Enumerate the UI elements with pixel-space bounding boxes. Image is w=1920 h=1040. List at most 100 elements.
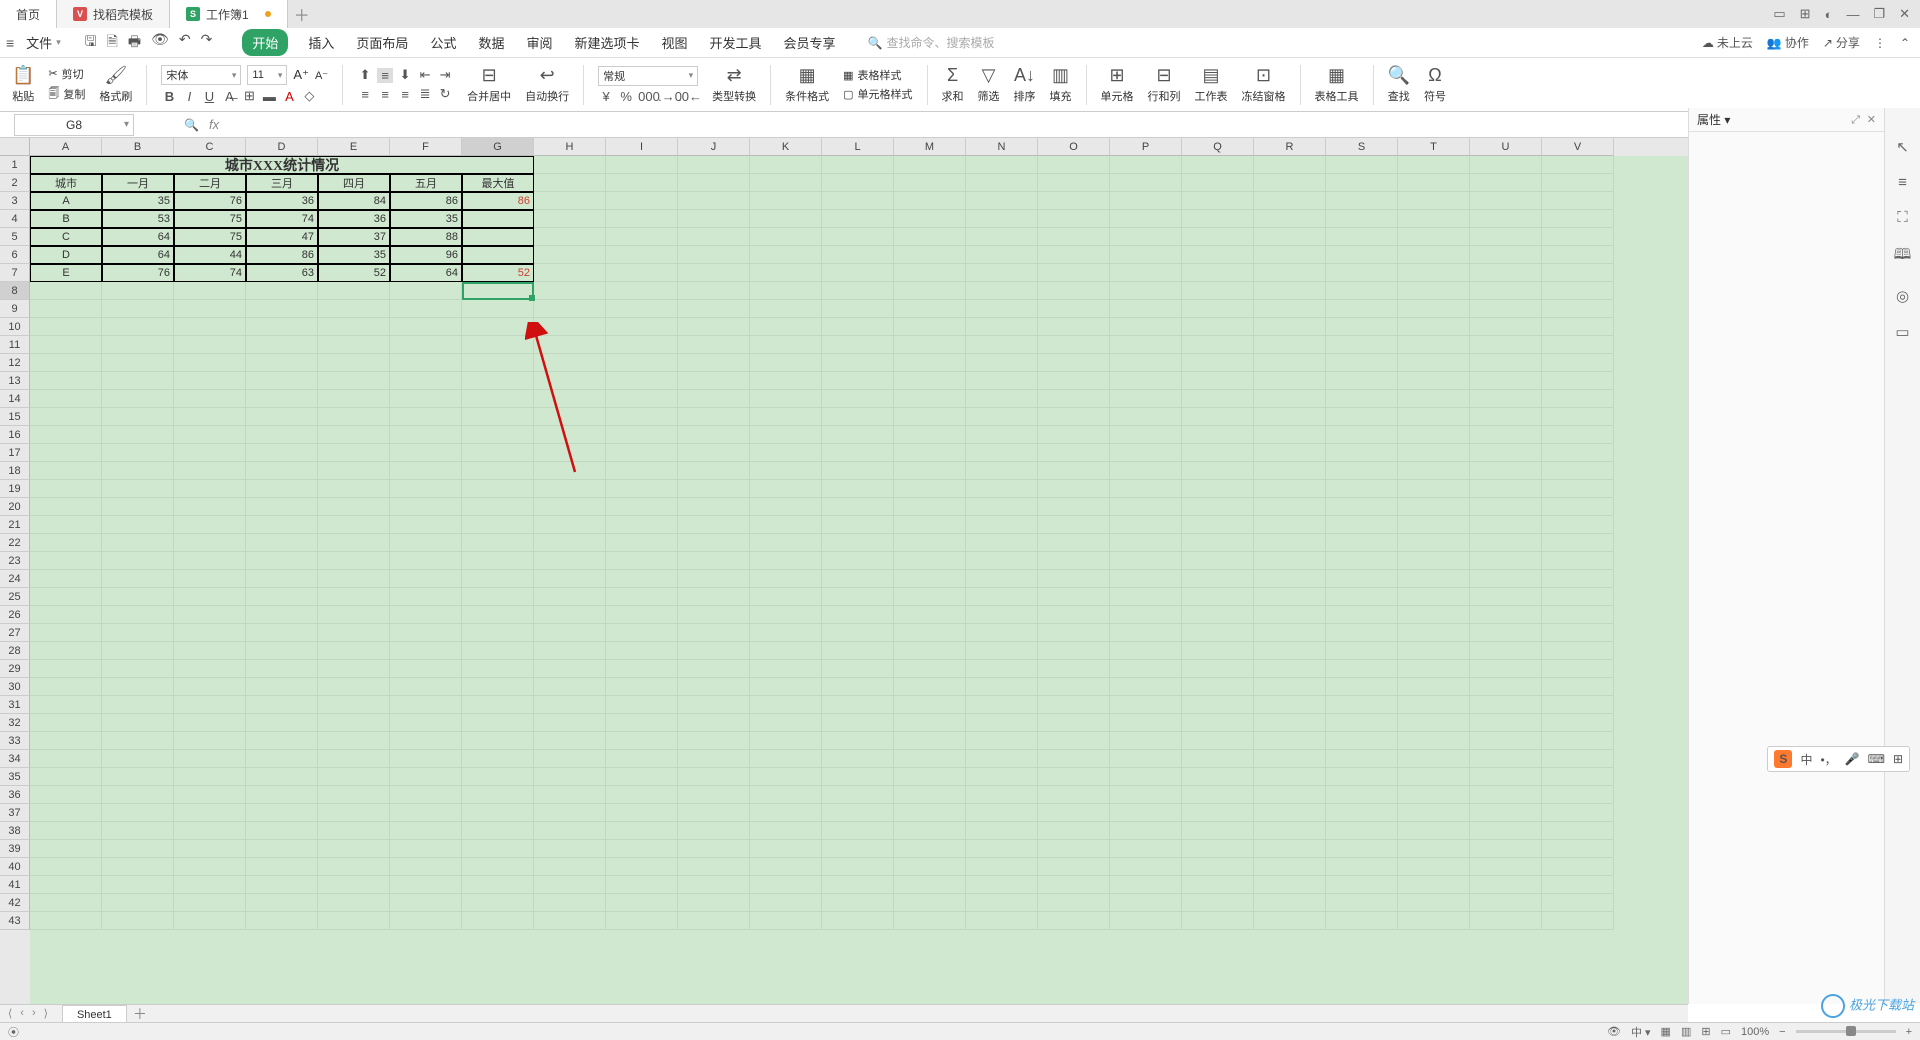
cell-F24[interactable] bbox=[390, 570, 462, 588]
cell-G42[interactable] bbox=[462, 894, 534, 912]
cell-Q37[interactable] bbox=[1182, 804, 1254, 822]
cell-T15[interactable] bbox=[1398, 408, 1470, 426]
cell-G37[interactable] bbox=[462, 804, 534, 822]
cell-N12[interactable] bbox=[966, 354, 1038, 372]
cell-V34[interactable] bbox=[1542, 750, 1614, 768]
cell-D29[interactable] bbox=[246, 660, 318, 678]
cell-D5[interactable]: 47 bbox=[246, 228, 318, 246]
cell-F20[interactable] bbox=[390, 498, 462, 516]
cell-V7[interactable] bbox=[1542, 264, 1614, 282]
cell-U14[interactable] bbox=[1470, 390, 1542, 408]
cell-M5[interactable] bbox=[894, 228, 966, 246]
cell-N7[interactable] bbox=[966, 264, 1038, 282]
cell-N37[interactable] bbox=[966, 804, 1038, 822]
cell-H29[interactable] bbox=[534, 660, 606, 678]
cell-I6[interactable] bbox=[606, 246, 678, 264]
cell-M33[interactable] bbox=[894, 732, 966, 750]
cell-G16[interactable] bbox=[462, 426, 534, 444]
cell-N3[interactable] bbox=[966, 192, 1038, 210]
col-header-U[interactable]: U bbox=[1470, 138, 1542, 156]
cell-F31[interactable] bbox=[390, 696, 462, 714]
cell-C16[interactable] bbox=[174, 426, 246, 444]
cell-C4[interactable]: 75 bbox=[174, 210, 246, 228]
row-header-34[interactable]: 34 bbox=[0, 750, 30, 768]
align-justify-icon[interactable]: ≣ bbox=[417, 86, 433, 102]
cell-A10[interactable] bbox=[30, 318, 102, 336]
cell-S13[interactable] bbox=[1326, 372, 1398, 390]
cell-P29[interactable] bbox=[1110, 660, 1182, 678]
cell-A29[interactable] bbox=[30, 660, 102, 678]
cell-K3[interactable] bbox=[750, 192, 822, 210]
cell-S18[interactable] bbox=[1326, 462, 1398, 480]
cell-F7[interactable]: 64 bbox=[390, 264, 462, 282]
cell-N23[interactable] bbox=[966, 552, 1038, 570]
cell-D28[interactable] bbox=[246, 642, 318, 660]
cell-R26[interactable] bbox=[1254, 606, 1326, 624]
cell-V30[interactable] bbox=[1542, 678, 1614, 696]
sheet-prev-icon[interactable]: ‹ bbox=[20, 1007, 24, 1020]
cell-U17[interactable] bbox=[1470, 444, 1542, 462]
cell-E25[interactable] bbox=[318, 588, 390, 606]
cell-V36[interactable] bbox=[1542, 786, 1614, 804]
cell-T11[interactable] bbox=[1398, 336, 1470, 354]
cell-D26[interactable] bbox=[246, 606, 318, 624]
cell-R43[interactable] bbox=[1254, 912, 1326, 930]
cell-O14[interactable] bbox=[1038, 390, 1110, 408]
cell-R4[interactable] bbox=[1254, 210, 1326, 228]
cell-U41[interactable] bbox=[1470, 876, 1542, 894]
cell-S31[interactable] bbox=[1326, 696, 1398, 714]
cell-F19[interactable] bbox=[390, 480, 462, 498]
cell-Q20[interactable] bbox=[1182, 498, 1254, 516]
cell-U39[interactable] bbox=[1470, 840, 1542, 858]
tab-home[interactable]: 首页 bbox=[0, 0, 57, 28]
cell-J32[interactable] bbox=[678, 714, 750, 732]
cell-Q43[interactable] bbox=[1182, 912, 1254, 930]
cell-F13[interactable] bbox=[390, 372, 462, 390]
row-header-37[interactable]: 37 bbox=[0, 804, 30, 822]
cell-J33[interactable] bbox=[678, 732, 750, 750]
cell-N14[interactable] bbox=[966, 390, 1038, 408]
zoom-out-icon[interactable]: − bbox=[1779, 1026, 1785, 1038]
cell-G5[interactable] bbox=[462, 228, 534, 246]
cell-Q18[interactable] bbox=[1182, 462, 1254, 480]
cell-L43[interactable] bbox=[822, 912, 894, 930]
cell-I25[interactable] bbox=[606, 588, 678, 606]
cell-R5[interactable] bbox=[1254, 228, 1326, 246]
cell-K17[interactable] bbox=[750, 444, 822, 462]
cell-F39[interactable] bbox=[390, 840, 462, 858]
cell-I42[interactable] bbox=[606, 894, 678, 912]
cell-Q41[interactable] bbox=[1182, 876, 1254, 894]
cell-L14[interactable] bbox=[822, 390, 894, 408]
cell-T27[interactable] bbox=[1398, 624, 1470, 642]
cell-B23[interactable] bbox=[102, 552, 174, 570]
cell-V12[interactable] bbox=[1542, 354, 1614, 372]
preview-icon[interactable]: 👁 bbox=[151, 31, 169, 55]
cell-N24[interactable] bbox=[966, 570, 1038, 588]
cell-H20[interactable] bbox=[534, 498, 606, 516]
cell-G27[interactable] bbox=[462, 624, 534, 642]
cell-L24[interactable] bbox=[822, 570, 894, 588]
cell-J34[interactable] bbox=[678, 750, 750, 768]
cell-F38[interactable] bbox=[390, 822, 462, 840]
select-all-corner[interactable] bbox=[0, 138, 30, 156]
cell-E36[interactable] bbox=[318, 786, 390, 804]
dec-inc-icon[interactable]: .→0 bbox=[658, 89, 674, 104]
cell-L16[interactable] bbox=[822, 426, 894, 444]
cell-Q27[interactable] bbox=[1182, 624, 1254, 642]
cell-B33[interactable] bbox=[102, 732, 174, 750]
cell-H1[interactable] bbox=[534, 156, 606, 174]
cell-F22[interactable] bbox=[390, 534, 462, 552]
cell-C9[interactable] bbox=[174, 300, 246, 318]
cell-I14[interactable] bbox=[606, 390, 678, 408]
cell-Q3[interactable] bbox=[1182, 192, 1254, 210]
cell-C17[interactable] bbox=[174, 444, 246, 462]
cell-T10[interactable] bbox=[1398, 318, 1470, 336]
cell-B6[interactable]: 64 bbox=[102, 246, 174, 264]
cell-T25[interactable] bbox=[1398, 588, 1470, 606]
cell-G2[interactable]: 最大值 bbox=[462, 174, 534, 192]
cell-J26[interactable] bbox=[678, 606, 750, 624]
cell-O3[interactable] bbox=[1038, 192, 1110, 210]
cell-T23[interactable] bbox=[1398, 552, 1470, 570]
undo-icon[interactable]: ↶ bbox=[179, 31, 191, 55]
cell-G20[interactable] bbox=[462, 498, 534, 516]
